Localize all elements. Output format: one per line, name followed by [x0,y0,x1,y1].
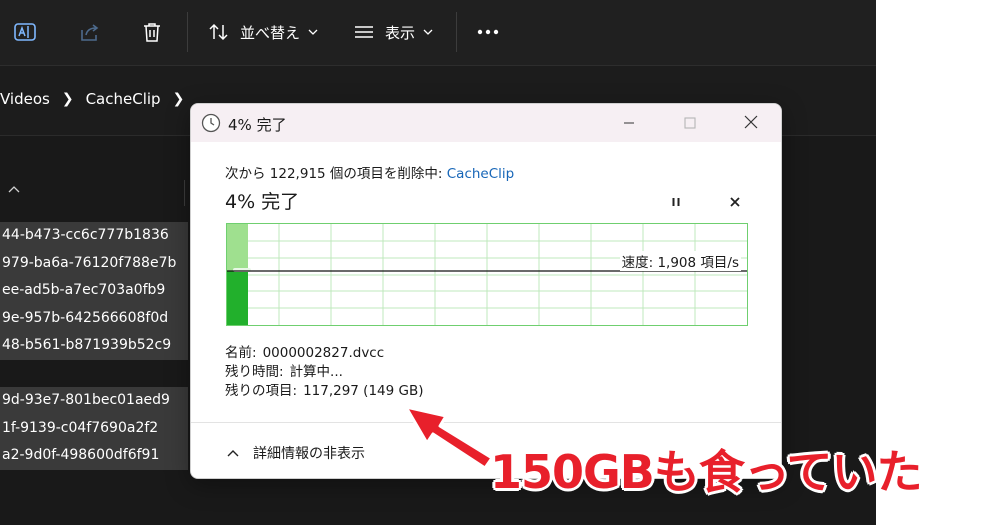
file-row[interactable]: 9e-957b-642566608f0d [0,304,188,332]
view-list-icon [353,21,375,43]
more-icon [476,28,500,36]
delete-progress-dialog: 4% 完了 次から 122,915 個の項目を削除中: CacheClip 4%… [190,103,782,479]
detail-items-key: 残りの項目: [225,383,298,399]
dialog-footer: 詳細情報の非表示 [191,422,781,478]
breadcrumb-item-cacheclip[interactable]: CacheClip [86,90,161,108]
progress-graph: 速度: 1,908 項目/s [226,223,748,326]
detail-time-value: 計算中... [289,364,343,380]
delete-summary: 次から 122,915 個の項目を削除中: CacheClip [225,162,514,182]
delete-button[interactable] [140,14,164,50]
maximize-button[interactable] [678,112,702,134]
toolbar-separator [456,12,457,52]
hide-details-label: 詳細情報の非表示 [253,446,365,462]
dialog-title: 4% 完了 [228,116,287,134]
file-row[interactable]: 9d-93e7-801bec01aed9 [0,387,188,415]
file-rows: 44-b473-cc6c777b1836 979-ba6a-76120f788e… [0,222,188,470]
file-row[interactable]: ee-ad5b-a7ec703a0fb9 [0,277,188,305]
more-options-button[interactable] [476,14,500,50]
progress-fill [227,271,248,325]
file-row[interactable]: 44-b473-cc6c777b1836 [0,222,188,250]
maximize-icon [684,114,696,133]
chevron-down-icon [308,28,318,36]
pause-button[interactable] [666,192,686,212]
minimize-button[interactable] [617,112,641,134]
cancel-button[interactable] [725,192,745,212]
close-button[interactable] [739,112,763,134]
progress-graph-canvas [227,224,747,325]
breadcrumb: Videos ❯ CacheClip ❯ [0,90,196,108]
summary-text: 次から 122,915 個の項目を削除中: [225,166,447,182]
command-bar: 並べ替え 表示 [0,0,876,66]
dialog-titlebar[interactable]: 4% 完了 [191,104,781,142]
pause-icon [670,193,682,212]
clock-icon [201,113,221,137]
sort-icon [208,21,230,43]
detail-time-key: 残り時間: [225,364,284,380]
toolbar-separator [187,12,188,52]
chevron-up-icon [227,445,239,461]
file-row[interactable]: 1f-9139-c04f7690a2f2 [0,414,188,442]
sort-ascending-icon[interactable] [8,178,20,197]
graph-grid [227,224,747,325]
close-icon [744,114,758,133]
file-row[interactable]: a2-9d0f-498600df6f91 [0,442,188,470]
share-button[interactable] [78,14,102,50]
detail-name-key: 名前: [225,345,257,361]
column-divider[interactable] [184,180,185,206]
file-row[interactable] [0,360,188,388]
file-row[interactable]: 48-b561-b871939b52c9 [0,332,188,360]
cancel-icon [729,193,741,212]
chevron-right-icon: ❯ [61,91,74,107]
file-row[interactable]: 979-ba6a-76120f788e7b [0,249,188,277]
sort-label: 並べ替え [240,23,301,42]
speed-label: 速度: 1,908 項目/s [619,251,741,271]
minimize-icon [623,114,635,133]
view-label: 表示 [385,23,416,42]
sort-button[interactable]: 並べ替え [208,14,318,50]
details-panel: 名前: 0000002827.dvcc 残り時間: 計算中... 残りの項目: 117… [225,344,424,401]
trash-icon [140,20,164,44]
detail-time-row: 残り時間: 計算中... [225,363,424,382]
detail-name-row: 名前: 0000002827.dvcc [225,344,424,363]
view-button[interactable]: 表示 [353,14,433,50]
detail-items-row: 残りの項目: 117,297 (149 GB) [225,382,424,401]
destination-link[interactable]: CacheClip [447,166,514,182]
rename-button[interactable] [12,14,38,50]
rename-icon [12,19,38,45]
hide-details-button[interactable]: 詳細情報の非表示 [227,443,365,463]
chevron-down-icon [423,28,433,36]
percent-complete: 4% 完了 [225,191,300,213]
detail-name-value: 0000002827.dvcc [262,345,385,361]
breadcrumb-item-videos[interactable]: Videos [0,90,50,108]
detail-items-value: 117,297 (149 GB) [303,383,424,399]
chevron-right-icon[interactable]: ❯ [173,91,185,107]
share-icon [78,20,102,44]
